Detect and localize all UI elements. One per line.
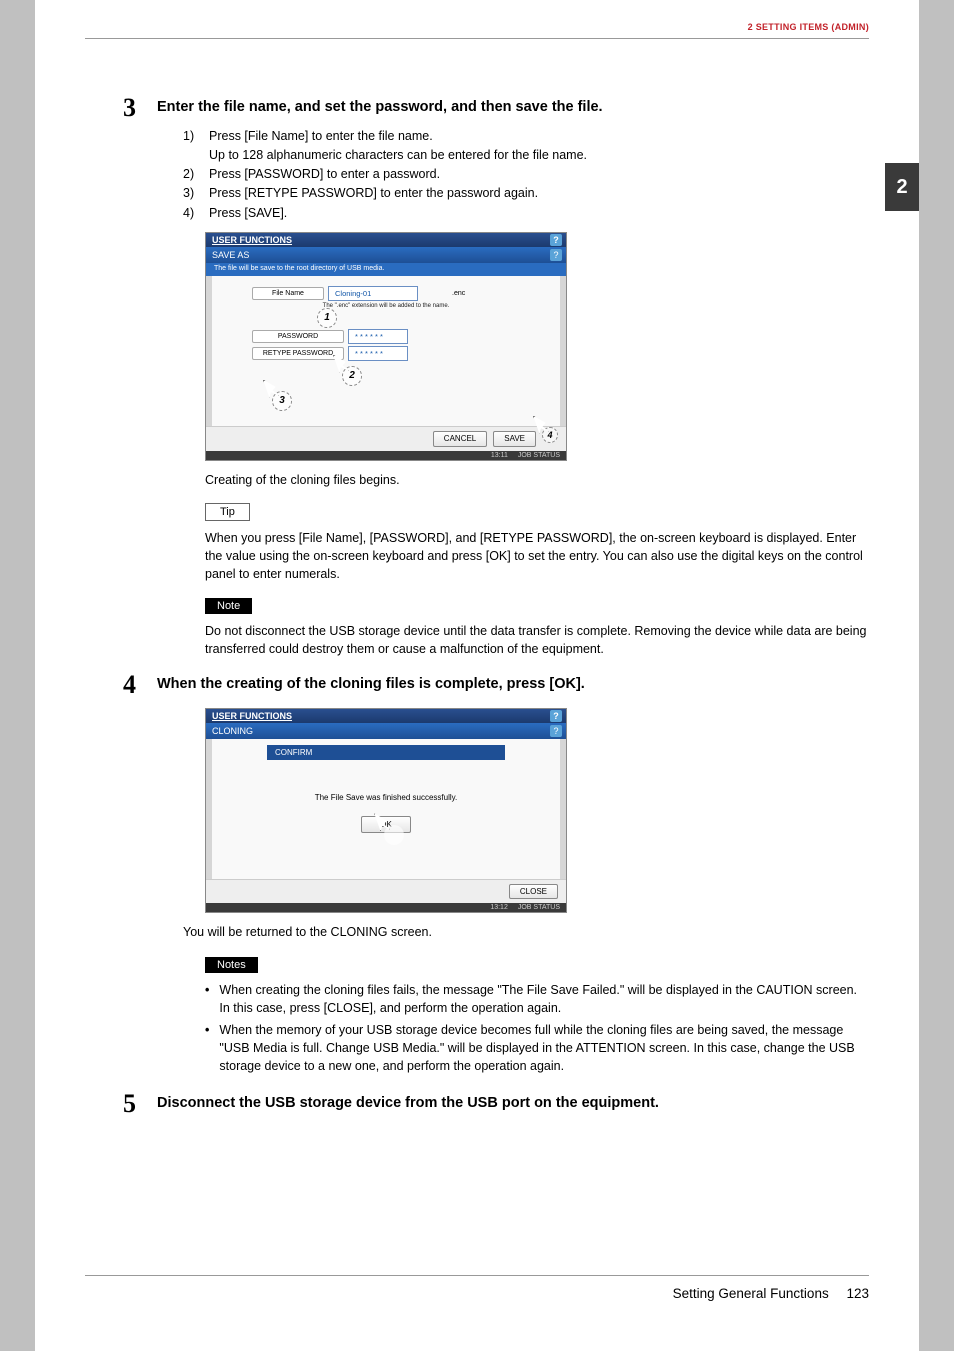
tip-label: Tip xyxy=(205,503,250,521)
subitem-text: Press [PASSWORD] to enter a password. xyxy=(209,165,440,183)
tip-box: Tip xyxy=(205,503,869,521)
callout-4: 4 xyxy=(542,427,558,443)
ss-titlebar: USER FUNCTIONS ? xyxy=(206,709,566,723)
filename-ext: .enc xyxy=(452,290,465,297)
ss-subbar: CLONING ? xyxy=(206,723,566,739)
callout-2: 2 xyxy=(342,366,362,386)
ss-titlebar: USER FUNCTIONS ? xyxy=(206,233,566,247)
job-status-button[interactable]: JOB STATUS xyxy=(518,452,560,459)
filename-note: The ".enc" extension will be added to th… xyxy=(252,303,520,309)
step-3-after: Creating of the cloning files begins. xyxy=(205,471,869,489)
step-number: 5 xyxy=(123,1091,143,1117)
bullet-icon: • xyxy=(205,981,209,1017)
help-icon[interactable]: ? xyxy=(550,234,562,246)
header-rule xyxy=(85,38,869,39)
password-button[interactable]: PASSWORD xyxy=(252,330,344,343)
bullet-text: When the memory of your USB storage devi… xyxy=(219,1021,869,1075)
ss-hint: The file will be save to the root direct… xyxy=(206,263,566,276)
note-text: Do not disconnect the USB storage device… xyxy=(205,622,869,658)
note-label: Note xyxy=(205,598,252,614)
callout-3: 3 xyxy=(272,391,292,411)
step-number: 4 xyxy=(123,672,143,698)
step-3: 3 Enter the file name, and set the passw… xyxy=(123,95,869,121)
page-number: 123 xyxy=(846,1286,869,1301)
callout-1: 1 xyxy=(317,308,337,328)
help-icon[interactable]: ? xyxy=(550,249,562,261)
subitem-label: 4) xyxy=(183,204,203,222)
help-icon[interactable]: ? xyxy=(550,710,562,722)
ss-body: File Name Cloning-01 .enc The ".enc" ext… xyxy=(206,276,566,426)
notes-bullets: • When creating the cloning files fails, … xyxy=(205,981,869,1076)
subitem-label: 1) xyxy=(183,127,203,145)
chapter-tab: 2 xyxy=(885,163,919,211)
tip-text: When you press [File Name], [PASSWORD], … xyxy=(205,529,869,583)
subitem-label xyxy=(183,146,203,164)
job-status-button[interactable]: JOB STATUS xyxy=(518,904,560,911)
subitem-text: Press [SAVE]. xyxy=(209,204,287,222)
step-5: 5 Disconnect the USB storage device from… xyxy=(123,1091,869,1117)
close-button[interactable]: CLOSE xyxy=(509,884,558,899)
step-title: When the creating of the cloning files i… xyxy=(157,676,585,692)
password-value: * * * * * * xyxy=(348,329,408,344)
subitem-label: 2) xyxy=(183,165,203,183)
ss-button-row: CANCEL SAVE 4 xyxy=(206,426,566,451)
step-number: 3 xyxy=(123,95,143,121)
ss-footer: 13:12 JOB STATUS xyxy=(206,903,566,912)
step-3-subitems: 1) Press [File Name] to enter the file na… xyxy=(183,127,869,222)
content: 3 Enter the file name, and set the passw… xyxy=(123,95,869,1123)
notes-box: Notes xyxy=(205,956,869,973)
ss-footer: 13:11 JOB STATUS xyxy=(206,451,566,460)
confirm-bar: CONFIRM xyxy=(267,745,505,760)
filename-button[interactable]: File Name xyxy=(252,287,324,300)
notes-label: Notes xyxy=(205,957,258,973)
footer: Setting General Functions 123 xyxy=(85,1275,869,1301)
help-icon[interactable]: ? xyxy=(550,725,562,737)
note-box: Note xyxy=(205,597,869,614)
footer-rule xyxy=(85,1275,869,1276)
ss-subtitle: SAVE AS xyxy=(212,250,249,260)
retype-password-value: * * * * * * xyxy=(348,346,408,361)
header-section: 2 SETTING ITEMS (ADMIN) xyxy=(748,22,869,32)
cancel-button[interactable]: CANCEL xyxy=(433,431,487,447)
ss-title: USER FUNCTIONS xyxy=(212,235,292,245)
step-title: Enter the file name, and set the passwor… xyxy=(157,99,603,115)
step-4-after: You will be returned to the CLONING scre… xyxy=(183,923,869,941)
bullet-icon: • xyxy=(205,1021,209,1075)
screenshot-save-as: USER FUNCTIONS ? SAVE AS ? The file will… xyxy=(205,232,567,461)
step-4: 4 When the creating of the cloning files… xyxy=(123,672,869,698)
bullet-text: When creating the cloning files fails, t… xyxy=(219,981,869,1017)
ss-time: 13:11 xyxy=(491,452,508,459)
subitem-label: 3) xyxy=(183,184,203,202)
ss-body: CONFIRM The File Save was finished succe… xyxy=(206,739,566,879)
save-button[interactable]: SAVE xyxy=(493,431,536,447)
ss-button-row: CLOSE xyxy=(206,879,566,903)
ss-time: 13:12 xyxy=(490,904,508,911)
ss-subtitle: CLONING xyxy=(212,726,253,736)
page: 2 SETTING ITEMS (ADMIN) 2 3 Enter the fi… xyxy=(35,0,919,1351)
subitem-text: Up to 128 alphanumeric characters can be… xyxy=(209,146,587,164)
footer-section: Setting General Functions xyxy=(673,1286,829,1301)
subitem-text: Press [File Name] to enter the file name… xyxy=(209,127,433,145)
confirm-message: The File Save was finished successfully. xyxy=(252,793,520,802)
ss-title: USER FUNCTIONS xyxy=(212,711,292,721)
pointer-icon xyxy=(384,825,404,845)
ok-button[interactable]: OK xyxy=(361,816,411,833)
filename-value: Cloning-01 xyxy=(328,286,418,301)
step-title: Disconnect the USB storage device from t… xyxy=(157,1095,659,1111)
subitem-text: Press [RETYPE PASSWORD] to enter the pas… xyxy=(209,184,538,202)
retype-password-button[interactable]: RETYPE PASSWORD xyxy=(252,347,344,360)
screenshot-confirm: USER FUNCTIONS ? CLONING ? CONFIRM The F… xyxy=(205,708,567,913)
ss-subbar: SAVE AS ? xyxy=(206,247,566,263)
